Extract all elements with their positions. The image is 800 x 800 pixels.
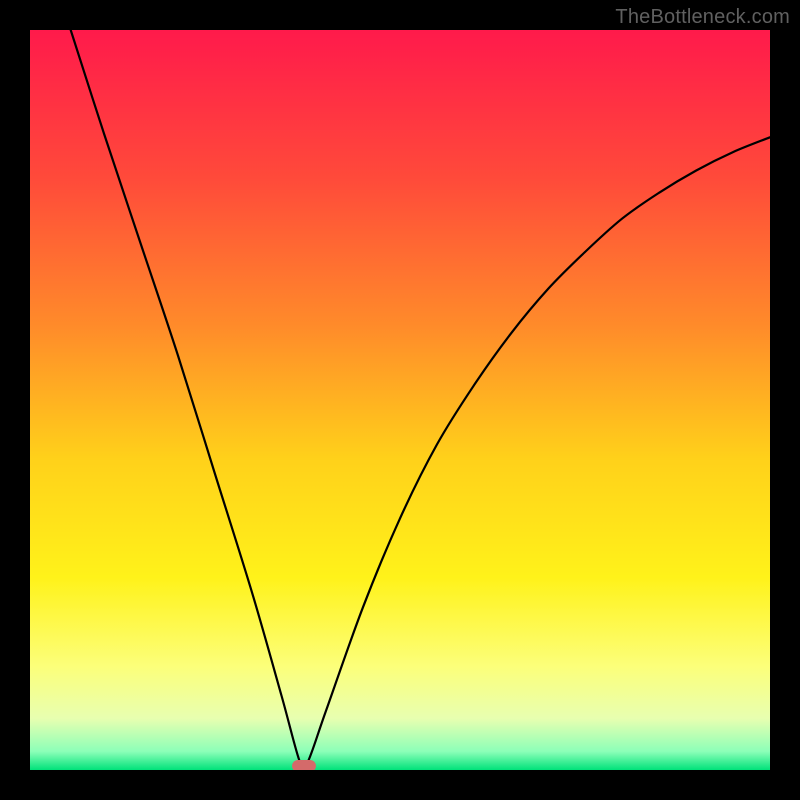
plot-area (30, 30, 770, 770)
chart-frame: TheBottleneck.com (0, 0, 800, 800)
minimum-marker (292, 760, 316, 770)
watermark-text: TheBottleneck.com (615, 6, 790, 29)
bottleneck-curve (30, 30, 770, 770)
